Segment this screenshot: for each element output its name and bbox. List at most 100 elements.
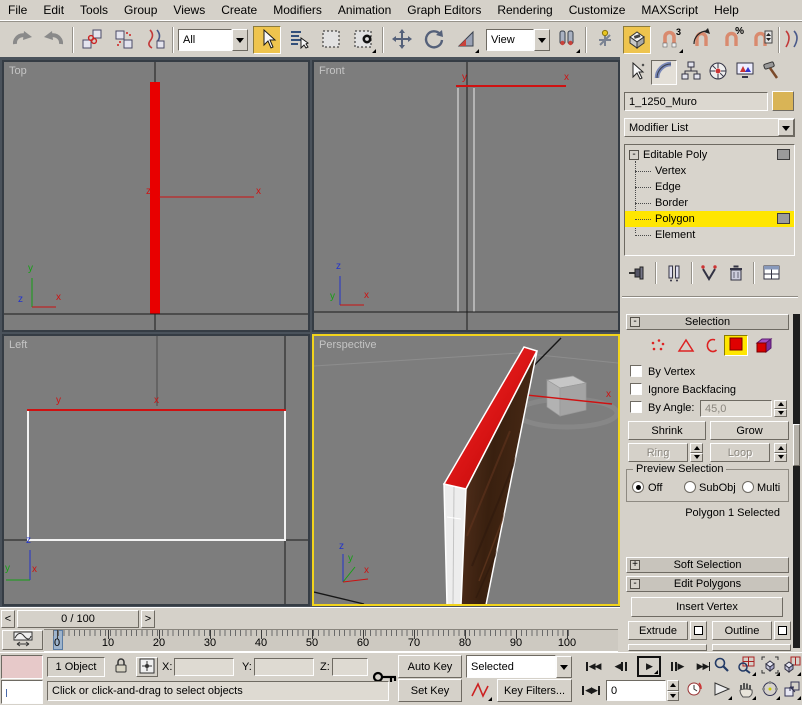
- select-object-button[interactable]: [253, 26, 281, 54]
- object-name-field[interactable]: 1_1250_Muro: [624, 92, 768, 111]
- panel-scrollbar[interactable]: [793, 314, 800, 648]
- menu-group[interactable]: Group: [116, 0, 165, 21]
- viewport-top[interactable]: Top z x y z x: [2, 60, 310, 332]
- outline-button[interactable]: Outline: [712, 621, 772, 640]
- select-and-move-button[interactable]: [388, 26, 416, 54]
- configure-modifier-sets-button[interactable]: [760, 262, 784, 286]
- viewport-left[interactable]: Left y x z y x: [2, 334, 310, 606]
- select-and-scale-button[interactable]: [452, 26, 480, 54]
- angle-snap-button[interactable]: [688, 26, 716, 54]
- field-of-view-button[interactable]: [710, 679, 733, 701]
- remove-modifier-button[interactable]: [724, 262, 748, 286]
- previous-frame-button[interactable]: ◀: [609, 656, 634, 677]
- clipped-button[interactable]: [628, 644, 707, 651]
- auto-key-button[interactable]: Auto Key: [398, 655, 462, 678]
- time-slider-thumb[interactable]: 0 / 100: [17, 610, 139, 628]
- edit-polygons-rollout-header[interactable]: - Edit Polygons: [626, 576, 789, 592]
- dropdown-arrow-icon[interactable]: [778, 119, 794, 136]
- script-listener-pane[interactable]: [1, 680, 43, 704]
- loop-spinner[interactable]: [774, 443, 787, 462]
- menu-graph-editors[interactable]: Graph Editors: [399, 0, 489, 21]
- time-configuration-button[interactable]: [682, 680, 706, 701]
- by-angle-checkbox[interactable]: [630, 401, 642, 413]
- make-unique-button[interactable]: [697, 262, 721, 286]
- selection-rollout-header[interactable]: - Selection: [626, 314, 789, 330]
- set-key-button[interactable]: Set Key: [398, 679, 462, 702]
- x-coordinate-field[interactable]: [174, 658, 234, 676]
- vertex-subobject-button[interactable]: [646, 337, 670, 357]
- ignore-backfacing-checkbox[interactable]: [630, 383, 642, 395]
- polygon-subobject-button[interactable]: [724, 335, 748, 356]
- modifier-toggle-icon[interactable]: [777, 213, 790, 224]
- loop-button[interactable]: Loop: [710, 443, 770, 462]
- menu-help[interactable]: Help: [706, 0, 747, 21]
- key-filters-button[interactable]: Key Filters...: [497, 679, 572, 702]
- stack-item-editable-poly[interactable]: - Editable Poly: [625, 147, 794, 163]
- clipped-button[interactable]: [712, 644, 791, 651]
- border-subobject-button[interactable]: [700, 337, 724, 357]
- shrink-button[interactable]: Shrink: [628, 421, 706, 440]
- menu-customize[interactable]: Customize: [561, 0, 634, 21]
- selection-lock-button[interactable]: [110, 657, 132, 677]
- outline-settings-button[interactable]: [774, 621, 791, 640]
- panel-scrollbar-thumb[interactable]: [793, 424, 800, 466]
- selection-filter-dropdown[interactable]: All: [178, 29, 248, 51]
- next-frame-button[interactable]: ▶: [664, 656, 689, 677]
- macro-recorder-pane[interactable]: [1, 655, 43, 679]
- stack-item-vertex[interactable]: Vertex: [625, 163, 794, 179]
- spinner-snap-button[interactable]: [748, 26, 776, 54]
- menu-rendering[interactable]: Rendering: [489, 0, 560, 21]
- select-by-name-button[interactable]: [285, 26, 313, 54]
- element-subobject-button[interactable]: [752, 337, 776, 357]
- stack-item-border[interactable]: Border: [625, 195, 794, 211]
- key-mode-dropdown[interactable]: Selected: [466, 655, 572, 678]
- frame-spinner[interactable]: [667, 680, 679, 701]
- dropdown-arrow-icon[interactable]: [534, 29, 550, 51]
- preview-subobj-radio[interactable]: [684, 481, 696, 493]
- preview-off-radio[interactable]: [632, 481, 644, 493]
- reference-coordinate-dropdown[interactable]: View: [486, 29, 550, 51]
- soft-selection-rollout-header[interactable]: + Soft Selection: [626, 557, 789, 573]
- object-color-swatch[interactable]: [772, 91, 794, 111]
- menu-file[interactable]: File: [0, 0, 35, 21]
- window-crossing-button[interactable]: [349, 26, 377, 54]
- select-and-manipulate-button[interactable]: [591, 26, 619, 54]
- snaps-toggle-button[interactable]: [623, 26, 651, 54]
- tab-create[interactable]: [624, 60, 650, 85]
- by-angle-spinner[interactable]: [774, 400, 787, 417]
- stack-item-polygon[interactable]: Polygon: [625, 211, 794, 227]
- menu-modifiers[interactable]: Modifiers: [265, 0, 330, 21]
- preview-multi-radio[interactable]: [742, 481, 754, 493]
- viewport-front[interactable]: Front y x z y x: [312, 60, 620, 332]
- dropdown-arrow-icon[interactable]: [556, 656, 572, 678]
- menu-views[interactable]: Views: [165, 0, 213, 21]
- by-angle-field[interactable]: 45,0: [700, 400, 772, 417]
- current-frame-field[interactable]: 0: [606, 680, 666, 701]
- rectangular-region-button[interactable]: [317, 26, 345, 54]
- undo-button[interactable]: [8, 26, 36, 54]
- pin-stack-button[interactable]: [626, 262, 650, 286]
- tab-motion[interactable]: [705, 60, 731, 85]
- by-vertex-checkbox[interactable]: [630, 365, 642, 377]
- play-button[interactable]: ▶: [637, 656, 661, 677]
- use-pivot-point-center-button[interactable]: [553, 26, 581, 54]
- show-end-result-button[interactable]: [662, 262, 686, 286]
- menu-edit[interactable]: Edit: [35, 0, 72, 21]
- menu-animation[interactable]: Animation: [330, 0, 399, 21]
- modifier-toggle-icon[interactable]: [777, 149, 790, 160]
- mirror-button[interactable]: [782, 26, 802, 54]
- select-and-rotate-button[interactable]: [420, 26, 448, 54]
- go-to-start-button[interactable]: ◀◀: [580, 656, 605, 677]
- grow-button[interactable]: Grow: [710, 421, 789, 440]
- zoom-all-button[interactable]: [734, 655, 757, 677]
- ring-button[interactable]: Ring: [628, 443, 688, 462]
- extrude-button[interactable]: Extrude: [628, 621, 688, 640]
- menu-tools[interactable]: Tools: [72, 0, 116, 21]
- tab-display[interactable]: [732, 60, 758, 85]
- key-mode-toggle-button[interactable]: ◀▶: [580, 680, 602, 701]
- stack-item-element[interactable]: Element: [625, 227, 794, 243]
- select-and-link-button[interactable]: [78, 26, 106, 54]
- dropdown-arrow-icon[interactable]: [232, 29, 248, 51]
- pan-button[interactable]: [734, 679, 757, 701]
- redo-button[interactable]: [40, 26, 68, 54]
